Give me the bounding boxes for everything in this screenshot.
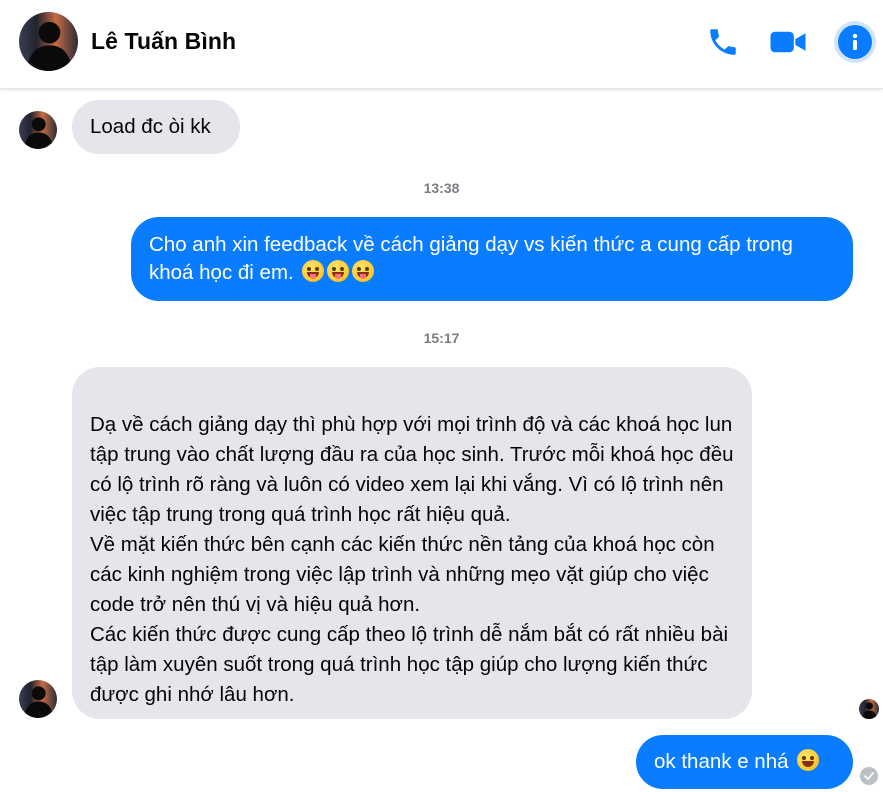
timestamp: 13:38 bbox=[423, 180, 460, 196]
sender-avatar[interactable] bbox=[19, 111, 57, 149]
sender-avatar[interactable] bbox=[19, 680, 57, 718]
message-bubble-incoming[interactable]: Dạ về cách giảng dạy thì phù hợp với mọi… bbox=[72, 367, 752, 719]
message-text: Dạ về cách giảng dạy thì phù hợp với mọi… bbox=[90, 413, 734, 706]
message-text: ok thank e nhá bbox=[654, 750, 789, 773]
info-button[interactable] bbox=[834, 21, 876, 63]
message-bubble-outgoing[interactable]: ok thank e nhá bbox=[636, 735, 853, 789]
message-text: Load đc òi kk bbox=[90, 115, 211, 138]
seen-avatar-icon bbox=[859, 699, 879, 719]
check-circle-icon bbox=[860, 767, 878, 785]
message-text: Cho anh xin feedback về cách giảng dạy v… bbox=[149, 233, 793, 284]
info-icon bbox=[838, 25, 872, 59]
message-bubble-outgoing[interactable]: Cho anh xin feedback về cách giảng dạy v… bbox=[131, 217, 853, 301]
contact-name[interactable]: Lê Tuấn Bình bbox=[91, 28, 236, 55]
grinning-face-icon bbox=[797, 749, 820, 771]
video-call-button[interactable] bbox=[768, 22, 808, 62]
chat-header: Lê Tuấn Bình bbox=[0, 0, 883, 89]
video-camera-icon bbox=[770, 31, 806, 53]
phone-icon bbox=[710, 29, 736, 55]
profile-silhouette-icon bbox=[24, 117, 54, 149]
profile-silhouette-icon bbox=[26, 21, 73, 71]
winking-face-with-tongue-icon bbox=[352, 259, 375, 282]
call-button[interactable] bbox=[703, 22, 743, 62]
message-bubble-incoming[interactable]: Load đc òi kk bbox=[72, 100, 240, 154]
profile-silhouette-icon bbox=[24, 686, 54, 718]
winking-face-with-tongue-icon bbox=[327, 259, 350, 282]
winking-face-with-tongue-icon bbox=[302, 259, 325, 282]
timestamp: 15:17 bbox=[423, 330, 460, 346]
contact-avatar[interactable] bbox=[19, 12, 78, 71]
